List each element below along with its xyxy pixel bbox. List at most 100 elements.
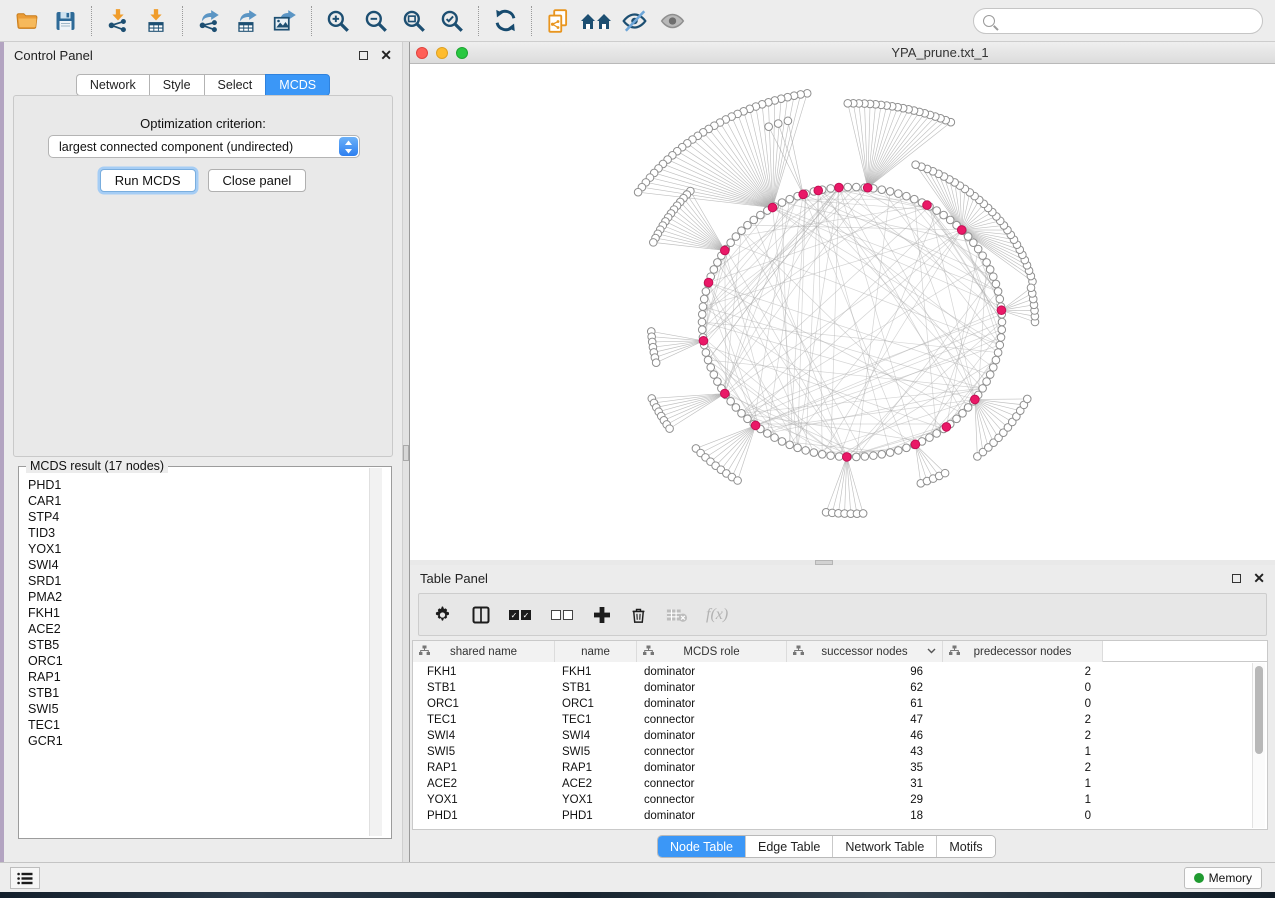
zoom-fit-icon[interactable]: [397, 6, 431, 36]
tab-mcds[interactable]: MCDS: [265, 74, 330, 96]
cell-successor_nodes[interactable]: 46: [787, 730, 943, 742]
float-window-icon[interactable]: [1232, 574, 1241, 583]
tab-node-table[interactable]: Node Table: [658, 836, 746, 857]
vertical-splitter[interactable]: [402, 42, 410, 862]
cell-name[interactable]: STB1: [555, 682, 637, 694]
cell-mcds_role[interactable]: dominator: [637, 762, 787, 774]
mcds-result-item[interactable]: YOX1: [28, 541, 378, 557]
refresh-icon[interactable]: [488, 6, 522, 36]
cell-mcds_role[interactable]: dominator: [637, 682, 787, 694]
table-row[interactable]: SWI5SWI5connector431: [413, 744, 1267, 760]
column-header-successor-nodes[interactable]: successor nodes: [787, 641, 943, 662]
cell-shared_name[interactable]: PHD1: [413, 810, 555, 822]
mcds-result-item[interactable]: TEC1: [28, 717, 378, 733]
export-image-icon[interactable]: [268, 6, 302, 36]
gear-icon[interactable]: [433, 602, 453, 628]
cell-predecessor_nodes[interactable]: 2: [943, 714, 1103, 726]
deselect-all-columns-icon[interactable]: [551, 602, 575, 628]
tab-motifs[interactable]: Motifs: [937, 836, 994, 857]
cell-successor_nodes[interactable]: 43: [787, 746, 943, 758]
cell-shared_name[interactable]: TEC1: [413, 714, 555, 726]
cell-name[interactable]: ORC1: [555, 698, 637, 710]
tab-style[interactable]: Style: [149, 74, 204, 96]
add-column-icon[interactable]: [593, 602, 611, 628]
mcds-list-scrollbar[interactable]: [369, 468, 382, 836]
cell-name[interactable]: RAP1: [555, 762, 637, 774]
network-graph[interactable]: [410, 64, 1275, 560]
cell-predecessor_nodes[interactable]: 2: [943, 762, 1103, 774]
network-canvas[interactable]: [410, 64, 1275, 560]
export-table-icon[interactable]: [230, 6, 264, 36]
cell-shared_name[interactable]: SWI5: [413, 746, 555, 758]
cell-successor_nodes[interactable]: 62: [787, 682, 943, 694]
cell-predecessor_nodes[interactable]: 1: [943, 794, 1103, 806]
show-all-icon[interactable]: [655, 6, 689, 36]
mcds-result-item[interactable]: ACE2: [28, 621, 378, 637]
mcds-result-item[interactable]: RAP1: [28, 669, 378, 685]
cell-mcds_role[interactable]: connector: [637, 746, 787, 758]
cell-shared_name[interactable]: ACE2: [413, 778, 555, 790]
cell-name[interactable]: FKH1: [555, 666, 637, 678]
export-network-icon[interactable]: [192, 6, 226, 36]
tab-network[interactable]: Network: [76, 74, 149, 96]
table-row[interactable]: RAP1RAP1dominator352: [413, 760, 1267, 776]
cell-predecessor_nodes[interactable]: 0: [943, 810, 1103, 822]
cell-name[interactable]: SWI5: [555, 746, 637, 758]
mcds-result-item[interactable]: STP4: [28, 509, 378, 525]
cell-mcds_role[interactable]: connector: [637, 714, 787, 726]
duplicate-network-icon[interactable]: [541, 6, 575, 36]
hide-selected-icon[interactable]: [617, 6, 651, 36]
cell-predecessor_nodes[interactable]: 1: [943, 778, 1103, 790]
node-table[interactable]: shared namenameMCDS rolesuccessor nodesp…: [412, 640, 1268, 830]
cell-predecessor_nodes[interactable]: 2: [943, 730, 1103, 742]
cell-shared_name[interactable]: ORC1: [413, 698, 555, 710]
search-input[interactable]: [1000, 11, 1262, 31]
cell-shared_name[interactable]: RAP1: [413, 762, 555, 774]
table-row[interactable]: SWI4SWI4dominator462: [413, 728, 1267, 744]
mcds-result-item[interactable]: TID3: [28, 525, 378, 541]
zoom-out-icon[interactable]: [359, 6, 393, 36]
cell-successor_nodes[interactable]: 29: [787, 794, 943, 806]
table-scrollbar-thumb[interactable]: [1255, 666, 1263, 754]
mcds-result-item[interactable]: STB5: [28, 637, 378, 653]
column-header-predecessor-nodes[interactable]: predecessor nodes: [943, 641, 1103, 662]
cell-shared_name[interactable]: YOX1: [413, 794, 555, 806]
select-all-columns-icon[interactable]: ✓✓: [509, 602, 533, 628]
close-panel-icon[interactable]: ✕: [1253, 574, 1265, 583]
task-history-button[interactable]: [10, 867, 40, 889]
zoom-in-icon[interactable]: [321, 6, 355, 36]
network-window-titlebar[interactable]: YPA_prune.txt_1: [410, 42, 1275, 64]
save-icon[interactable]: [48, 6, 82, 36]
cell-predecessor_nodes[interactable]: 2: [943, 666, 1103, 678]
cell-successor_nodes[interactable]: 96: [787, 666, 943, 678]
mcds-result-item[interactable]: ORC1: [28, 653, 378, 669]
mcds-result-list[interactable]: PHD1CAR1STP4TID3YOX1SWI4SRD1PMA2FKH1ACE2…: [20, 471, 378, 835]
table-row[interactable]: PHD1PHD1dominator180: [413, 808, 1267, 824]
cell-successor_nodes[interactable]: 61: [787, 698, 943, 710]
table-row[interactable]: STB1STB1dominator620: [413, 680, 1267, 696]
mcds-result-item[interactable]: STB1: [28, 685, 378, 701]
zoom-selected-icon[interactable]: [435, 6, 469, 36]
splitter-handle[interactable]: [403, 445, 409, 461]
column-header-name[interactable]: name: [555, 641, 637, 662]
cell-predecessor_nodes[interactable]: 0: [943, 682, 1103, 694]
cell-predecessor_nodes[interactable]: 0: [943, 698, 1103, 710]
cell-mcds_role[interactable]: dominator: [637, 666, 787, 678]
table-row[interactable]: YOX1YOX1connector291: [413, 792, 1267, 808]
mcds-result-item[interactable]: SRD1: [28, 573, 378, 589]
first-neighbors-icon[interactable]: [579, 6, 613, 36]
close-panel-button[interactable]: Close panel: [208, 169, 307, 192]
select-stepper-icon[interactable]: [339, 137, 358, 156]
close-panel-icon[interactable]: ✕: [380, 51, 392, 60]
cell-mcds_role[interactable]: connector: [637, 794, 787, 806]
float-window-icon[interactable]: [359, 51, 368, 60]
criterion-select[interactable]: largest connected component (undirected): [48, 135, 360, 158]
cell-name[interactable]: SWI4: [555, 730, 637, 742]
cell-successor_nodes[interactable]: 47: [787, 714, 943, 726]
cell-name[interactable]: YOX1: [555, 794, 637, 806]
table-row[interactable]: ORC1ORC1dominator610: [413, 696, 1267, 712]
cell-name[interactable]: PHD1: [555, 810, 637, 822]
cell-shared_name[interactable]: SWI4: [413, 730, 555, 742]
search-input-wrap[interactable]: [973, 8, 1263, 34]
cell-mcds_role[interactable]: connector: [637, 778, 787, 790]
